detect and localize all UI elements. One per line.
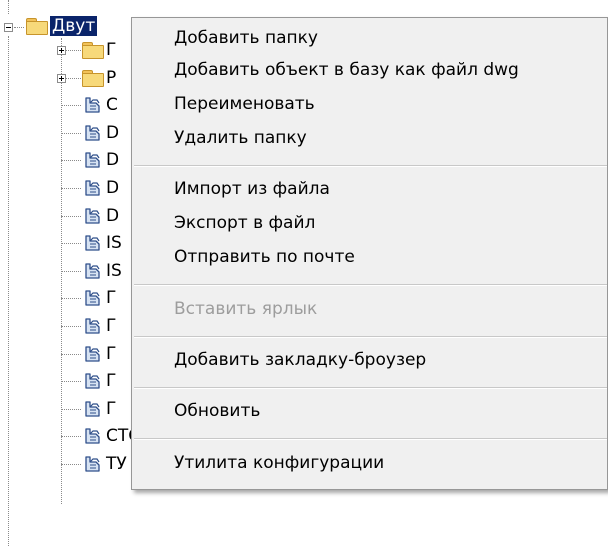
menu-item-config-utility[interactable]: Утилита конфигурации (174, 452, 384, 474)
context-menu: Добавить папку Добавить объект в базу ка… (131, 17, 608, 490)
tree-node-label[interactable]: D (106, 178, 119, 198)
block-object-icon (85, 97, 100, 113)
tree-node-label[interactable]: D (106, 150, 119, 170)
tree-node-label[interactable]: Г (106, 399, 116, 419)
collapse-root-expander-icon[interactable] (4, 23, 13, 32)
tree-node-label[interactable]: С (106, 95, 118, 115)
tree-connector (8, 36, 9, 546)
menu-item-add-browser-bookmark[interactable]: Добавить закладку-броузер (174, 349, 426, 371)
tree-node-label[interactable]: Г (106, 344, 116, 364)
block-object-icon (85, 290, 100, 306)
block-object-icon (85, 125, 100, 141)
block-object-icon (85, 428, 100, 444)
menu-item-import-from-file[interactable]: Импорт из файла (174, 178, 330, 200)
tree-connector (14, 27, 24, 28)
tree-connector (61, 354, 81, 355)
tree-connector (61, 271, 81, 272)
tree-node-label[interactable]: D (106, 123, 119, 143)
block-object-icon (85, 263, 100, 279)
menu-separator (134, 438, 607, 440)
menu-item-add-folder[interactable]: Добавить папку (174, 27, 318, 49)
tree-node-label[interactable]: Г (106, 316, 116, 336)
tree-connector (61, 409, 81, 410)
menu-item-add-object-dwg[interactable]: Добавить объект в базу как файл dwg (174, 59, 519, 81)
tree-connector (61, 133, 81, 134)
tree-connector (61, 326, 81, 327)
block-object-icon (85, 152, 100, 168)
tree-node-root[interactable]: Двут (50, 16, 98, 36)
menu-item-paste-shortcut: Вставить ярлык (174, 299, 318, 319)
menu-separator (134, 284, 607, 286)
folder-icon (26, 18, 48, 35)
tree-connector (61, 381, 81, 382)
tree-node-label[interactable]: D (106, 206, 119, 226)
menu-separator (134, 387, 607, 389)
menu-item-delete-folder[interactable]: Удалить папку (174, 127, 307, 149)
folder-icon (82, 70, 104, 87)
block-object-icon (85, 373, 100, 389)
tree-connector (61, 436, 81, 437)
menu-item-rename[interactable]: Переименовать (174, 93, 315, 115)
tree-connector (61, 160, 81, 161)
menu-separator (134, 336, 607, 338)
menu-item-send-by-mail[interactable]: Отправить по почте (174, 246, 355, 268)
tree-connector (61, 105, 81, 106)
expand-node-expander-icon[interactable] (57, 74, 66, 83)
block-object-icon (85, 401, 100, 417)
block-object-icon (85, 456, 100, 472)
tree-connector (61, 298, 81, 299)
block-object-icon (85, 208, 100, 224)
tree-node-label[interactable]: Г (106, 40, 116, 60)
tree-node-label[interactable]: IS (106, 261, 122, 281)
tree-node-label[interactable]: Р (106, 68, 116, 88)
block-object-icon (85, 346, 100, 362)
tree-connector (8, 0, 9, 14)
block-object-icon (85, 235, 100, 251)
tree-connector (61, 464, 81, 465)
menu-separator (134, 165, 607, 167)
block-object-icon (85, 180, 100, 196)
expand-node-expander-icon[interactable] (57, 46, 66, 55)
tree-connector (61, 216, 81, 217)
menu-item-export-to-file[interactable]: Экспорт в файл (174, 212, 315, 234)
folder-icon (82, 42, 104, 59)
tree-node-label[interactable]: Г (106, 371, 116, 391)
tree-connector (61, 243, 81, 244)
tree-connector (61, 188, 81, 189)
menu-item-refresh[interactable]: Обновить (174, 400, 260, 422)
tree-node-label[interactable]: IS (106, 233, 122, 253)
block-object-icon (85, 318, 100, 334)
tree-node-label[interactable]: Г (106, 288, 116, 308)
